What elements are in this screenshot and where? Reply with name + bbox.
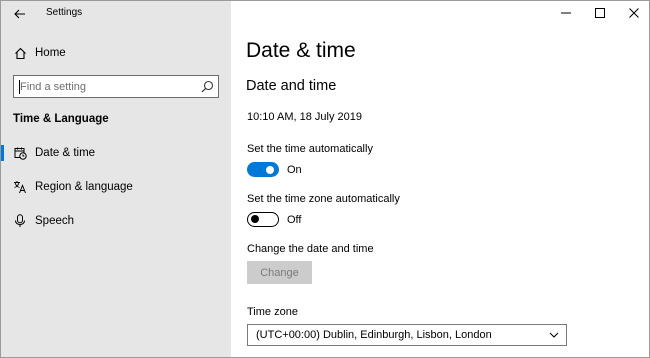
toggle-knob — [251, 215, 259, 223]
maximize-icon — [595, 8, 605, 18]
title-bar: Settings — [1, 1, 231, 27]
app-title: Settings — [46, 7, 83, 18]
home-label: Home — [35, 47, 66, 59]
calendar-clock-icon — [13, 146, 27, 160]
change-button[interactable]: Change — [247, 261, 312, 284]
back-arrow-icon — [14, 9, 25, 19]
window-controls — [549, 1, 649, 27]
language-icon — [13, 180, 27, 194]
auto-timezone-toggle[interactable] — [247, 212, 279, 227]
home-icon — [13, 46, 27, 60]
sidebar-item-speech[interactable]: Speech — [1, 208, 231, 234]
change-datetime-label: Change the date and time — [247, 243, 374, 255]
auto-time-state: On — [287, 164, 302, 176]
close-icon — [629, 8, 639, 18]
selected-indicator — [1, 145, 4, 161]
auto-timezone-label: Set the time zone automatically — [247, 193, 400, 205]
minimize-button[interactable] — [549, 1, 583, 25]
settings-window: Settings Home Time & Language — [0, 0, 650, 358]
main-content: Date & time Date and time 10:10 AM, 18 J… — [231, 1, 649, 357]
auto-time-label: Set the time automatically — [247, 143, 373, 155]
section-title: Date and time — [246, 78, 337, 94]
toggle-knob — [266, 165, 274, 174]
sidebar-item-date-time[interactable]: Date & time — [1, 140, 231, 166]
sidebar-item-region-language[interactable]: Region & language — [1, 174, 231, 200]
sidebar-item-label: Region & language — [35, 181, 133, 193]
search-input[interactable] — [20, 80, 190, 94]
minimize-icon — [561, 12, 571, 14]
sidebar-item-label: Speech — [35, 215, 75, 227]
timezone-label: Time zone — [247, 306, 298, 318]
nav-home[interactable]: Home — [1, 41, 231, 65]
search-icon[interactable] — [201, 80, 214, 93]
search-box[interactable] — [13, 75, 219, 98]
timezone-value: (UTC+00:00) Dublin, Edinburgh, Lisbon, L… — [256, 329, 492, 341]
page-title: Date & time — [246, 39, 356, 62]
auto-timezone-state: Off — [287, 214, 302, 226]
auto-time-toggle[interactable] — [247, 162, 279, 177]
section-heading: Time & Language — [13, 113, 109, 125]
timezone-dropdown[interactable]: (UTC+00:00) Dublin, Edinburgh, Lisbon, L… — [247, 324, 567, 346]
current-datetime: 10:10 AM, 18 July 2019 — [247, 111, 362, 123]
chevron-down-icon — [549, 332, 559, 338]
sidebar-item-label: Date & time — [35, 147, 96, 159]
close-button[interactable] — [617, 1, 649, 25]
microphone-icon — [13, 214, 27, 228]
sidebar: Settings Home Time & Language — [1, 1, 231, 357]
maximize-button[interactable] — [583, 1, 617, 25]
back-button[interactable] — [9, 4, 31, 24]
